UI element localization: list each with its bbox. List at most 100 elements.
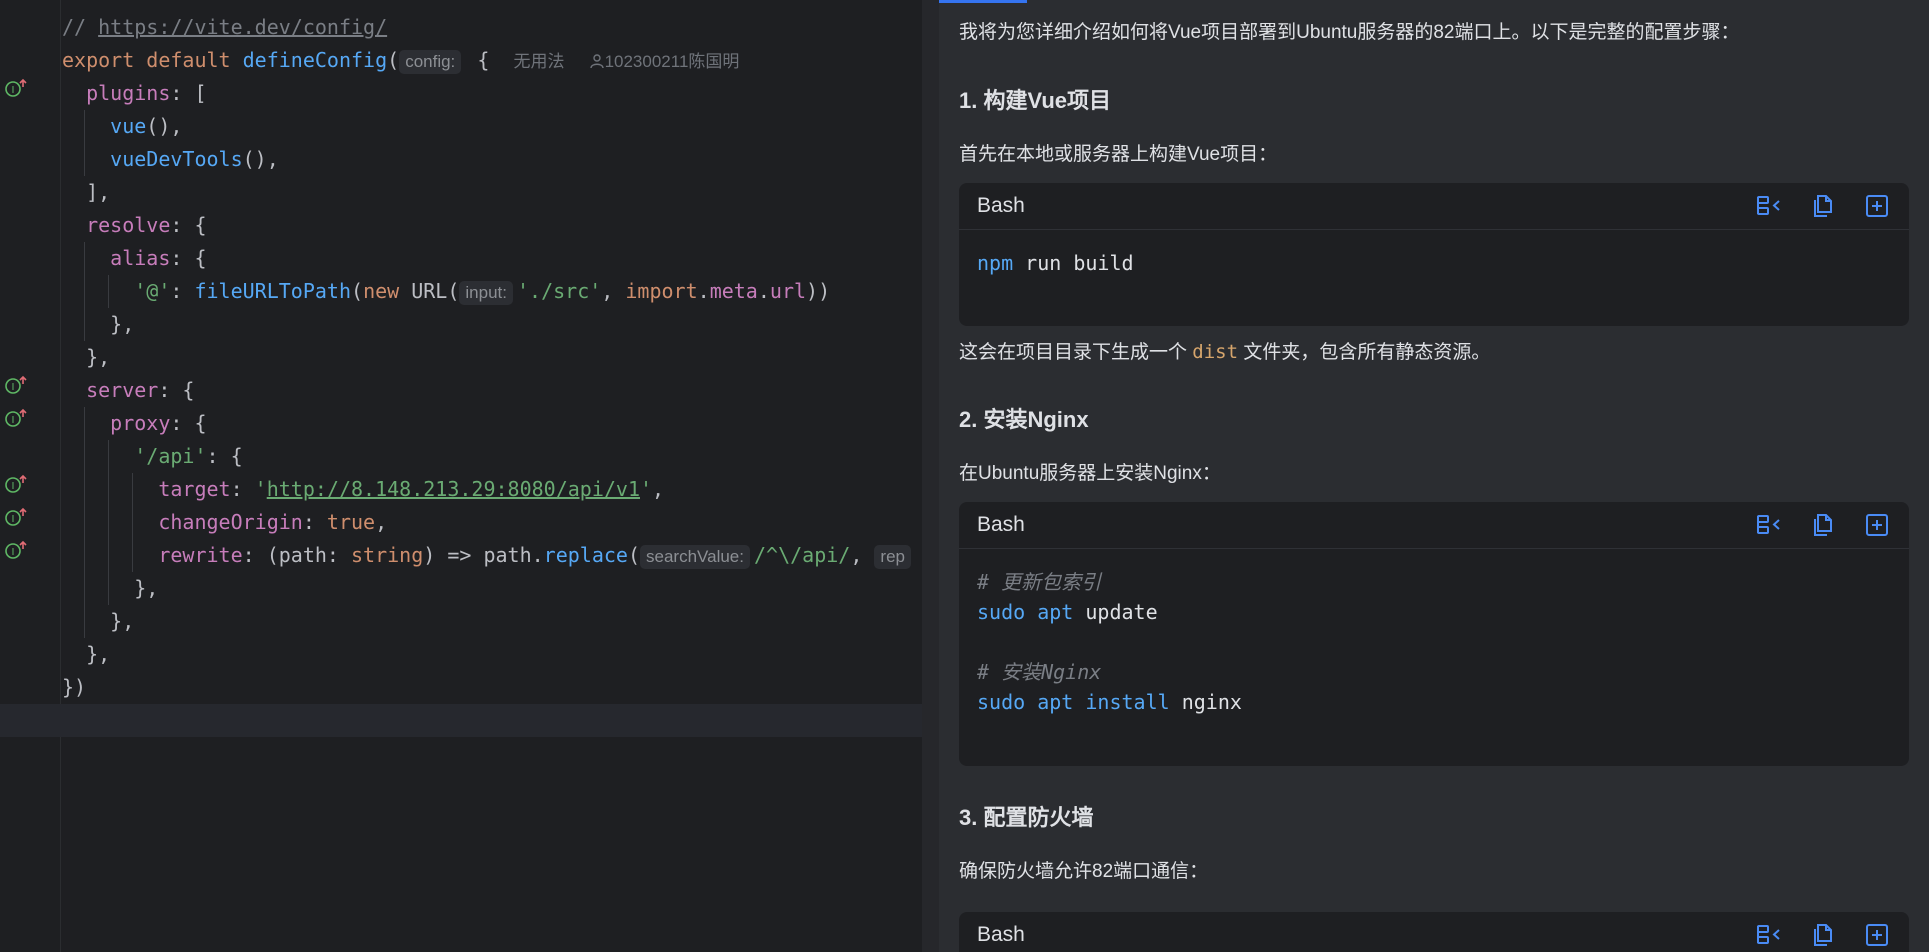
text: 文件夹，包含所有静态资源。 [1238,342,1491,363]
indent-guide [108,506,109,539]
code-block-actions [1755,511,1891,539]
code-line[interactable]: export default defineConfig(config: { 无用… [62,44,922,77]
code-line[interactable]: }, [62,572,922,605]
code-line[interactable]: plugins: [ [62,77,922,110]
code-line[interactable]: rewrite: (path: string) => path.replace(… [62,539,922,572]
punctuation: : [302,510,327,534]
author-inlay[interactable]: 102300211陈国明 [605,52,740,71]
indent-guide [84,605,85,638]
shell-command: install [1085,690,1170,714]
panel-edge [922,0,939,952]
indent-guide [84,110,85,143]
indent-guide [84,308,85,341]
code-line[interactable]: }, [62,341,922,374]
regex: /^\/api/ [753,543,851,567]
code-line[interactable]: ], [62,176,922,209]
new-file-icon[interactable] [1863,511,1891,539]
string: '@' [134,279,171,303]
indent-guide [132,506,133,539]
punctuation: , [850,543,875,567]
implements-override-icon[interactable]: I [4,473,28,495]
punctuation: }) [62,675,87,699]
insert-at-caret-icon[interactable] [1755,921,1783,949]
code-line[interactable]: changeOrigin: true, [62,506,922,539]
code-line[interactable]: }, [62,605,922,638]
code-editor[interactable]: I I I I I I // https://vite.dev/config/ … [0,0,922,952]
keyword: import [625,279,698,303]
code-line[interactable]: '/api': { [62,440,922,473]
current-line[interactable] [0,704,922,737]
identifier: ) => path. [423,543,544,567]
punctuation: }, [110,609,135,633]
property: proxy [110,411,171,435]
copy-icon[interactable] [1809,511,1837,539]
punctuation: . [697,279,710,303]
shell-args: nginx [1169,690,1242,714]
punctuation: : { [206,444,243,468]
code-line[interactable]: alias: { [62,242,922,275]
code-line[interactable]: proxy: { [62,407,922,440]
indent-guide [108,275,109,308]
svg-text:I: I [12,481,15,492]
code-line[interactable]: }) [62,671,922,704]
copy-icon[interactable] [1809,921,1837,949]
property: changeOrigin [158,510,303,534]
section-2-desc: 在Ubuntu服务器上安装Nginx： [959,463,1221,484]
code-line[interactable]: }, [62,638,922,671]
shell-comment: # 安装Nginx [977,660,1102,684]
code-line[interactable]: target: 'http://8.148.213.29:8080/api/v1… [62,473,922,506]
property: server [86,378,159,402]
target-url-link[interactable]: http://8.148.213.29:8080/api/v1 [267,477,640,501]
config-docs-link[interactable]: https://vite.dev/config/ [98,15,387,39]
code-block-body[interactable]: npm run build [959,230,1909,296]
code-line[interactable]: resolve: { [62,209,922,242]
implements-override-icon[interactable]: I [4,539,28,561]
code-line[interactable]: vue(), [62,110,922,143]
copy-icon[interactable] [1809,192,1837,220]
code-line[interactable]: vueDevTools(), [62,143,922,176]
code-language-label: Bash [977,923,1025,946]
code-line[interactable]: }, [62,308,922,341]
string: './src' [517,279,602,303]
section-3-desc: 确保防火墙允许82端口通信： [959,861,1209,882]
identifier: : (path: [242,543,351,567]
implements-override-icon[interactable]: I [4,506,28,528]
code-block-3: Bash [959,912,1909,952]
implements-override-icon[interactable]: I [4,374,28,396]
keyword: default [146,48,231,72]
insert-at-caret-icon[interactable] [1755,192,1783,220]
indent-guide [84,539,85,572]
parameter-hint: rep [874,544,911,569]
punctuation: : { [170,246,207,270]
property: target [158,477,231,501]
punctuation: }, [134,576,159,600]
active-tab-indicator [939,0,1027,3]
punctuation: ( [351,279,364,303]
indent-guide [132,539,133,572]
code-lines[interactable]: // https://vite.dev/config/ export defau… [0,11,922,737]
insert-at-caret-icon[interactable] [1755,511,1783,539]
punctuation: (), [242,147,279,171]
text: 这会在项目目录下生成一个 [959,342,1193,363]
indent-guide [108,572,109,605]
code-line[interactable]: '@': fileURLToPath(new URL(input: './src'… [62,275,922,308]
indent-guide [108,440,109,473]
new-file-icon[interactable] [1863,192,1891,220]
implements-override-icon[interactable]: I [4,77,28,99]
code-line[interactable]: // https://vite.dev/config/ [62,11,922,44]
indent-guide [84,440,85,473]
implements-override-icon[interactable]: I [4,407,28,429]
shell-command: sudo [977,690,1026,714]
code-block-body[interactable]: # 更新包索引 sudo apt update # 安装Nginx sudo a… [959,549,1909,735]
new-file-icon[interactable] [1863,921,1891,949]
section-heading-1: 1. 构建Vue项目 [959,88,1111,113]
identifier: URL( [399,279,460,303]
indent-guide [84,473,85,506]
code-line[interactable]: server: { [62,374,922,407]
function-name[interactable]: defineConfig [243,48,388,72]
indent-guide [84,506,85,539]
indent-guide [132,473,133,506]
usages-inlay[interactable]: 无用法 [513,52,564,71]
property: rewrite [158,543,243,567]
property: url [769,279,807,303]
